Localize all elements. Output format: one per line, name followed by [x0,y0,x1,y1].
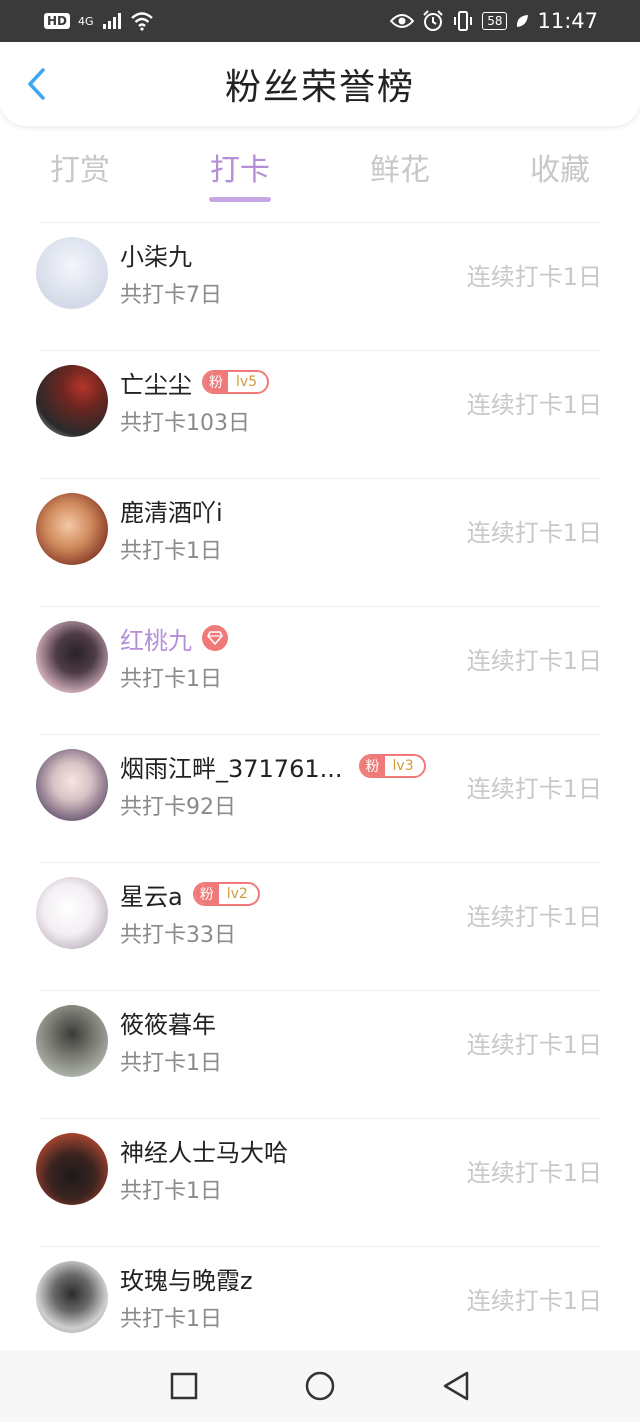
total-checkins: 共打卡1日 [120,539,222,564]
avatar[interactable] [36,1005,108,1077]
wifi-icon [130,12,153,31]
list-item[interactable]: 星云a 粉 lv2 共打卡33日 连续打卡1日 [36,862,602,990]
avatar[interactable] [36,877,108,949]
clock-time: 11:47 [537,9,598,33]
hd-icon: HD [44,13,71,29]
signal-icon [102,13,121,29]
tab-active-indicator [209,197,271,202]
square-icon [170,1372,198,1400]
status-bar: HD 4G 58 11:47 [0,0,640,42]
vibrate-icon [454,11,473,31]
streak-checkins: 连续打卡1日 [466,775,602,803]
fan-level-badge: 粉 lv5 [202,370,270,394]
streak-checkins: 连续打卡1日 [466,903,602,931]
network-type: 4G [78,14,94,28]
avatar[interactable] [36,621,108,693]
total-checkins: 共打卡1日 [120,1179,222,1204]
eye-icon [390,14,415,28]
triangle-back-icon [443,1371,469,1401]
tab-label: 打卡 [210,153,270,188]
total-checkins: 共打卡103日 [120,411,250,436]
fan-level-badge: 粉 lv2 [192,882,260,906]
avatar[interactable] [36,1261,108,1333]
user-name[interactable]: 烟雨江畔_371761... [120,749,343,784]
system-back-button[interactable] [436,1366,476,1406]
list-item[interactable]: 神经人士马大哈 共打卡1日 连续打卡1日 [36,1118,602,1246]
streak-checkins: 连续打卡1日 [466,263,602,291]
user-name[interactable]: 筱筱暮年 [120,1005,216,1040]
page-title: 粉丝荣誉榜 [224,67,415,108]
leaf-icon [517,15,529,27]
list-item[interactable]: 烟雨江畔_371761... 粉 lv3 共打卡92日 连续打卡1日 [36,734,602,862]
tab-label: 收藏 [530,153,590,188]
page-header: 粉丝荣誉榜 [0,42,640,126]
total-checkins: 共打卡92日 [120,795,236,820]
total-checkins: 共打卡1日 [120,1307,222,1332]
home-button[interactable] [300,1366,340,1406]
fan-level-badge: 粉 lv3 [358,754,426,778]
fan-badge-label: 粉 [360,756,385,776]
fan-badge-level: lv2 [226,886,248,902]
list-item[interactable]: 鹿清酒吖i 共打卡1日 连续打卡1日 [36,478,602,606]
tab-label: 鲜花 [370,153,430,188]
circle-icon [305,1371,335,1401]
avatar[interactable] [36,493,108,565]
tab-label: 打赏 [50,153,110,188]
streak-checkins: 连续打卡1日 [466,1031,602,1059]
user-name[interactable]: 红桃九 [120,621,192,656]
fan-badge-label: 粉 [194,884,219,904]
diamond-icon [207,631,223,645]
user-name[interactable]: 亡尘尘 [120,365,192,400]
system-nav-bar [0,1350,640,1422]
list-item[interactable]: 亡尘尘 粉 lv5 共打卡103日 连续打卡1日 [36,350,602,478]
diamond-badge-icon [202,625,228,651]
recent-apps-button[interactable] [164,1366,204,1406]
avatar[interactable] [36,237,108,309]
total-checkins: 共打卡33日 [120,923,236,948]
streak-checkins: 连续打卡1日 [466,1159,602,1187]
list-item[interactable]: 小柒九 共打卡7日 连续打卡1日 [36,222,602,350]
total-checkins: 共打卡1日 [120,667,222,692]
user-name[interactable]: 玫瑰与晚霞z [120,1261,253,1296]
total-checkins: 共打卡7日 [120,283,222,308]
user-name[interactable]: 鹿清酒吖i [120,493,223,528]
streak-checkins: 连续打卡1日 [466,1287,602,1315]
tab-bar: 打赏 打卡 鲜花 收藏 [0,132,640,222]
total-checkins: 共打卡1日 [120,1051,222,1076]
tab-checkin[interactable]: 打卡 [160,132,320,202]
avatar[interactable] [36,365,108,437]
list-item[interactable]: 红桃九 共打卡1日 连续打卡1日 [36,606,602,734]
avatar[interactable] [36,749,108,821]
user-name[interactable]: 星云a [120,877,183,912]
avatar[interactable] [36,1133,108,1205]
streak-checkins: 连续打卡1日 [466,519,602,547]
user-name[interactable]: 神经人士马大哈 [120,1133,288,1168]
tab-flowers[interactable]: 鲜花 [320,132,480,202]
tab-tip[interactable]: 打赏 [0,132,160,202]
user-name[interactable]: 小柒九 [120,237,192,272]
fan-badge-label: 粉 [204,372,228,392]
streak-checkins: 连续打卡1日 [466,647,602,675]
streak-checkins: 连续打卡1日 [466,391,602,419]
battery-icon: 58 [482,12,508,30]
fan-list: 小柒九 共打卡7日 连续打卡1日 亡尘尘 粉 lv5 共打卡103日 连续打卡1日… [0,222,640,1374]
list-item[interactable]: 筱筱暮年 共打卡1日 连续打卡1日 [36,990,602,1118]
chevron-left-icon [28,68,45,100]
fan-badge-level: lv3 [392,758,414,774]
back-button[interactable] [18,64,54,104]
fan-badge-level: lv5 [236,374,258,390]
tab-favorites[interactable]: 收藏 [480,132,640,202]
alarm-icon [423,10,443,31]
